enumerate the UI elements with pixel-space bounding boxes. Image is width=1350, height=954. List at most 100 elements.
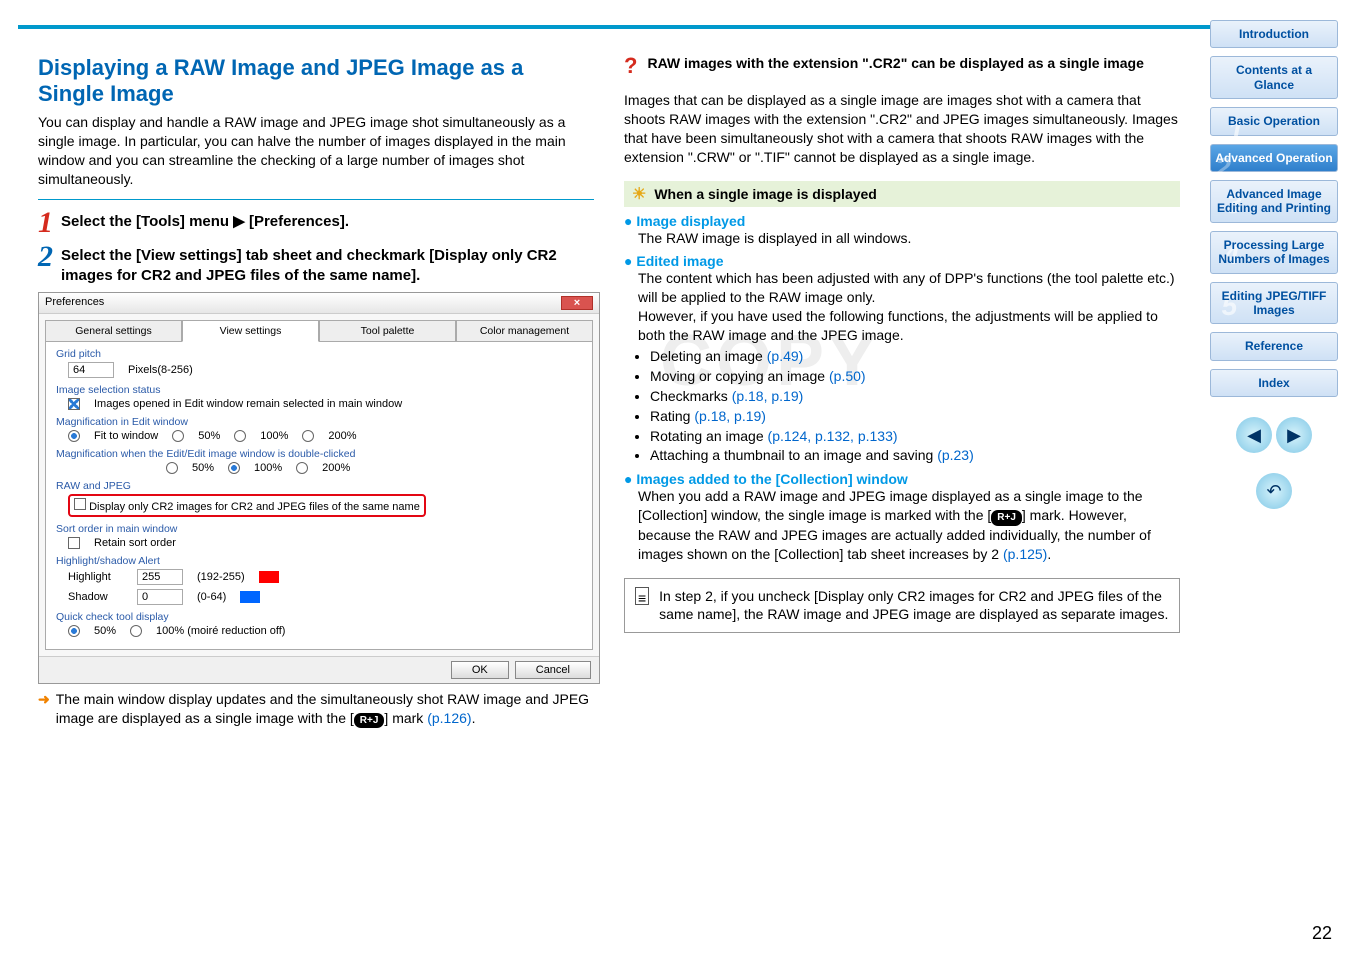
- mag-edit-fit[interactable]: [68, 430, 80, 442]
- hl-hi-range: (192-255): [197, 571, 245, 583]
- nav-index[interactable]: Index: [1210, 369, 1338, 397]
- nav-basic[interactable]: 1Basic Operation: [1210, 107, 1338, 135]
- page-link[interactable]: (p.124, p.132, p.133): [768, 428, 898, 444]
- mag-dbl-opt0: 50%: [192, 462, 214, 474]
- list-item: Rating (p.18, p.19): [650, 407, 1180, 426]
- separator: [38, 199, 594, 200]
- mag-edit-opt0: Fit to window: [94, 430, 158, 442]
- p126-link[interactable]: (p.126): [427, 710, 471, 726]
- page-link[interactable]: (p.18, p.19): [694, 408, 766, 424]
- close-icon[interactable]: ×: [561, 296, 593, 310]
- quick-label: Quick check tool display: [56, 611, 582, 623]
- collection-body: When you add a RAW image and JPEG image …: [638, 487, 1180, 563]
- page-link[interactable]: (p.49): [767, 348, 804, 364]
- nav-advanced-op[interactable]: 2Advanced Operation: [1210, 144, 1338, 172]
- top-rule: [18, 25, 1332, 29]
- mag-dbl-opt1: 100%: [254, 462, 282, 474]
- list-item: Moving or copying an image (p.50): [650, 367, 1180, 386]
- grid-pitch-hint: Pixels(8-256): [128, 364, 193, 376]
- nav-processing[interactable]: 4Processing Large Numbers of Images: [1210, 231, 1338, 274]
- nav-contents[interactable]: Contents at a Glance: [1210, 56, 1338, 99]
- sort-checkbox[interactable]: [68, 537, 80, 549]
- page-number: 22: [1312, 923, 1332, 944]
- step1-text: Select the [Tools] menu ▶ [Preferences].: [61, 208, 349, 238]
- mag-edit-200[interactable]: [302, 430, 314, 442]
- qa-heading: RAW images with the extension ".CR2" can…: [647, 55, 1143, 77]
- next-page-button[interactable]: ▶: [1276, 417, 1312, 453]
- note-body: In step 2, if you uncheck [Display only …: [659, 587, 1169, 625]
- list-item: Deleting an image (p.49): [650, 347, 1180, 366]
- rj-mark-icon: R+J: [354, 713, 385, 729]
- nav-reference[interactable]: Reference: [1210, 332, 1338, 360]
- mag-dbl-50[interactable]: [166, 462, 178, 474]
- nav-adv-editing[interactable]: 3Advanced Image Editing and Printing: [1210, 180, 1338, 223]
- hl-sh-swatch[interactable]: [240, 591, 260, 603]
- note-icon: ≡: [635, 587, 649, 605]
- mag-edit-opt1: 50%: [198, 430, 220, 442]
- hl-sh-label: Shadow: [68, 591, 123, 603]
- rawjpeg-label: RAW and JPEG: [56, 480, 582, 492]
- tab-color-mgmt[interactable]: Color management: [456, 320, 593, 342]
- grid-pitch-label: Grid pitch: [56, 348, 582, 360]
- result-text: The main window display updates and the …: [56, 690, 594, 728]
- question-icon: ?: [624, 55, 637, 77]
- tab-general[interactable]: General settings: [45, 320, 182, 342]
- bulb-icon: ☀: [632, 184, 646, 204]
- sel-status-text: Images opened in Edit window remain sele…: [94, 398, 402, 410]
- tab-view-settings[interactable]: View settings: [182, 320, 319, 342]
- p125-link[interactable]: (p.125): [1003, 546, 1047, 562]
- list-item: Rotating an image (p.124, p.132, p.133): [650, 427, 1180, 446]
- quick-opt2: 100% (moiré reduction off): [156, 625, 285, 637]
- image-displayed-body: The RAW image is displayed in all window…: [638, 229, 1180, 248]
- sel-status-label: Image selection status: [56, 384, 582, 396]
- hl-hi-swatch[interactable]: [259, 571, 279, 583]
- preferences-dialog: Preferences × General settings View sett…: [38, 292, 600, 684]
- page-link[interactable]: (p.18, p.19): [732, 388, 804, 404]
- function-list: Deleting an image (p.49)Moving or copyin…: [638, 347, 1180, 465]
- nav-introduction[interactable]: Introduction: [1210, 20, 1338, 48]
- mag-edit-opt3: 200%: [328, 430, 356, 442]
- mag-dbl-opt2: 200%: [322, 462, 350, 474]
- hl-sh-range: (0-64): [197, 591, 226, 603]
- image-displayed-h: ● Image displayed: [624, 213, 1180, 229]
- list-item: Checkmarks (p.18, p.19): [650, 387, 1180, 406]
- hl-hi-label: Highlight: [68, 571, 123, 583]
- rawjpeg-text: Display only CR2 images for CR2 and JPEG…: [89, 501, 420, 513]
- hl-label: Highlight/shadow Alert: [56, 555, 582, 567]
- page-link[interactable]: (p.50): [829, 368, 866, 384]
- collection-h: ● Images added to the [Collection] windo…: [624, 471, 1180, 487]
- grid-pitch-input[interactable]: 64: [68, 362, 114, 378]
- mag-dbl-200[interactable]: [296, 462, 308, 474]
- mag-edit-opt2: 100%: [260, 430, 288, 442]
- lead-text: You can display and handle a RAW image a…: [38, 113, 594, 189]
- mag-dbl-label: Magnification when the Edit/Edit image w…: [56, 448, 582, 460]
- hl-hi-input[interactable]: 255: [137, 569, 183, 585]
- cancel-button[interactable]: Cancel: [515, 661, 591, 679]
- quick-50[interactable]: [68, 625, 80, 637]
- prev-page-button[interactable]: ◀: [1236, 417, 1272, 453]
- mag-edit-50[interactable]: [172, 430, 184, 442]
- step-number-1: 1: [38, 208, 53, 238]
- list-item: Attaching a thumbnail to an image and sa…: [650, 446, 1180, 465]
- sidebar-nav: Introduction Contents at a Glance 1Basic…: [1210, 20, 1338, 509]
- qa-body: Images that can be displayed as a single…: [624, 91, 1180, 167]
- edited-image-h: ● Edited image: [624, 253, 1180, 269]
- ok-button[interactable]: OK: [451, 661, 509, 679]
- rj-mark-icon: R+J: [991, 510, 1022, 526]
- back-button[interactable]: ↶: [1256, 473, 1292, 509]
- quick-100[interactable]: [130, 625, 142, 637]
- arrow-icon: ➜: [38, 690, 50, 728]
- sort-text: Retain sort order: [94, 537, 176, 549]
- mag-edit-100[interactable]: [234, 430, 246, 442]
- quick-opt1: 50%: [94, 625, 116, 637]
- tab-tool-palette[interactable]: Tool palette: [319, 320, 456, 342]
- edited-image-body: The content which has been adjusted with…: [638, 269, 1180, 345]
- page-title: Displaying a RAW Image and JPEG Image as…: [38, 55, 594, 107]
- page-link[interactable]: (p.23): [937, 447, 974, 463]
- rawjpeg-checkbox[interactable]: [74, 498, 86, 510]
- nav-editing-jpeg[interactable]: 5Editing JPEG/TIFF Images: [1210, 282, 1338, 325]
- dialog-title: Preferences: [45, 296, 104, 310]
- hl-sh-input[interactable]: 0: [137, 589, 183, 605]
- sel-status-checkbox[interactable]: [68, 398, 80, 410]
- mag-dbl-100[interactable]: [228, 462, 240, 474]
